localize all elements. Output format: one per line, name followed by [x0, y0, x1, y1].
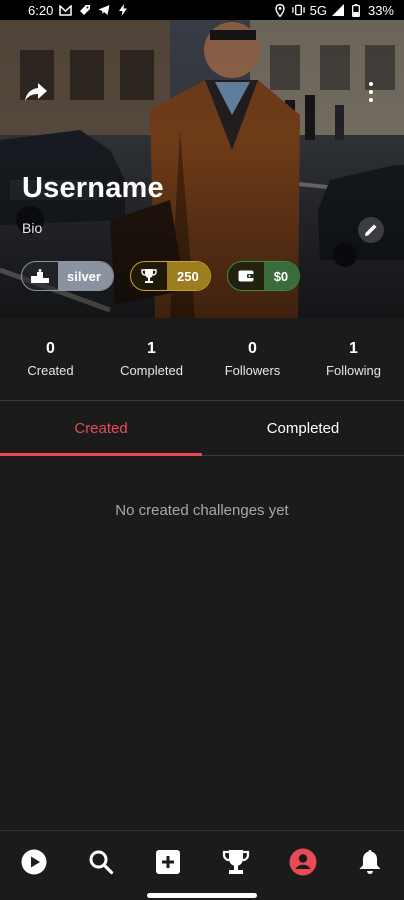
- stat-followers[interactable]: 0 Followers: [218, 340, 288, 378]
- share-icon: [25, 83, 47, 101]
- nav-leaderboard[interactable]: [216, 842, 256, 882]
- status-left: 6:20: [28, 3, 129, 18]
- profile-stats: 0 Created 1 Completed 0 Followers 1 Foll…: [0, 318, 404, 400]
- stat-label: Following: [326, 363, 381, 378]
- bio: Bio: [22, 220, 43, 236]
- nav-notifications[interactable]: [350, 842, 390, 882]
- stat-completed[interactable]: 1 Completed: [117, 340, 187, 378]
- wallet-icon: [228, 262, 264, 290]
- network-type: 5G: [309, 2, 327, 18]
- tab-completed[interactable]: Completed: [202, 401, 404, 455]
- stat-following[interactable]: 1 Following: [319, 340, 389, 378]
- more-options-button[interactable]: [364, 78, 378, 106]
- vibrate-icon: [291, 4, 305, 17]
- add-icon: [156, 849, 181, 874]
- stat-label: Completed: [120, 363, 183, 378]
- pencil-icon: [365, 224, 377, 236]
- edit-profile-button[interactable]: [358, 217, 384, 243]
- telegram-icon: [97, 4, 110, 17]
- stat-label: Created: [27, 363, 74, 378]
- nav-profile[interactable]: [283, 842, 323, 882]
- points-value: 250: [166, 262, 210, 290]
- profile-header: Username Bio silver 250 $0: [0, 20, 404, 318]
- username: Username: [22, 172, 164, 204]
- stat-created[interactable]: 0 Created: [16, 340, 86, 378]
- more-dot: [369, 98, 373, 102]
- nav-add[interactable]: [148, 842, 188, 882]
- battery-icon: [350, 3, 363, 17]
- rank-badge[interactable]: silver: [21, 261, 114, 291]
- wallet-value: $0: [263, 262, 300, 290]
- points-badge[interactable]: 250: [129, 261, 211, 291]
- tab-created[interactable]: Created: [0, 401, 202, 456]
- bell-icon: [359, 849, 381, 874]
- location-icon: [274, 3, 287, 17]
- trophy-icon: [131, 262, 167, 290]
- profile-badges: silver 250 $0: [21, 261, 301, 291]
- bottom-navigation: [0, 830, 404, 892]
- challenge-tabs: Created Completed: [0, 401, 404, 456]
- search-icon: [89, 850, 114, 874]
- trophy-icon: [222, 849, 249, 874]
- rank-label: silver: [58, 262, 113, 290]
- battery-percent: 33%: [367, 2, 394, 18]
- home-indicator[interactable]: [147, 893, 257, 898]
- more-dot: [369, 90, 373, 94]
- nav-play[interactable]: [14, 842, 54, 882]
- wallet-badge[interactable]: $0: [226, 261, 301, 291]
- profile-icon: [289, 848, 317, 875]
- share-button[interactable]: [22, 78, 50, 106]
- stat-value: 1: [147, 340, 156, 357]
- podium-icon: [22, 262, 58, 290]
- stat-value: 0: [46, 340, 55, 357]
- stat-value: 1: [349, 340, 358, 357]
- status-right: 5G 33%: [274, 3, 394, 18]
- signal-icon: [332, 4, 345, 17]
- tag-icon: [78, 4, 91, 17]
- play-icon: [21, 849, 47, 874]
- nav-search[interactable]: [81, 842, 121, 882]
- more-dot: [369, 82, 373, 86]
- status-time: 6:20: [28, 2, 54, 18]
- status-bar: 6:20 5G 33%: [0, 0, 404, 20]
- empty-state-message: No created challenges yet: [115, 502, 289, 519]
- gmail-icon: [59, 4, 73, 17]
- bolt-icon: [116, 4, 129, 17]
- stat-value: 0: [248, 340, 257, 357]
- stat-label: Followers: [224, 363, 281, 378]
